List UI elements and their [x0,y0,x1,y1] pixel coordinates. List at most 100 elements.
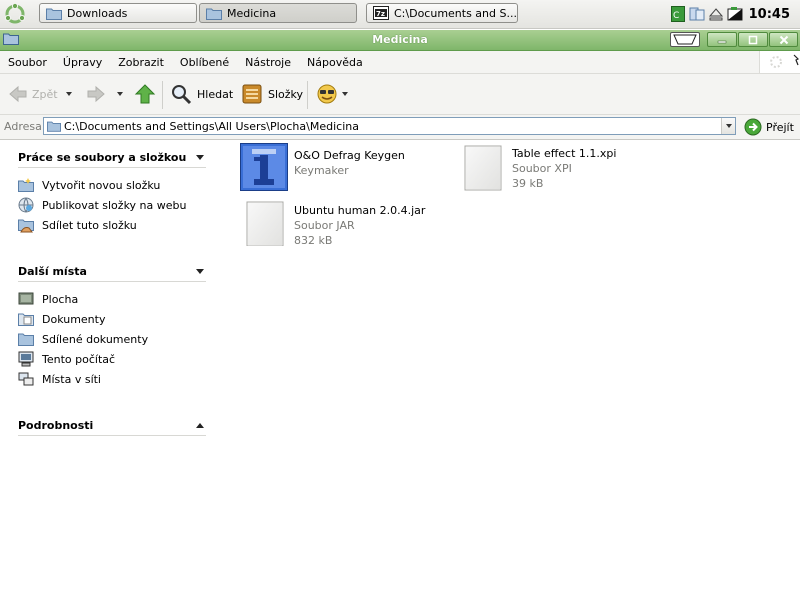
back-history-dropdown[interactable] [66,80,72,108]
chevron-down-icon [342,92,348,96]
file-type: Keymaker [294,164,349,177]
shared-documents-icon [18,333,34,346]
task-share-folder[interactable]: Sdílet tuto složku [18,215,206,235]
documents-icon [18,313,34,326]
task-medicina[interactable]: Medicina [199,3,357,23]
menu-bar: Soubor Úpravy Zobrazit Oblíbené Nástroje… [0,51,800,74]
toolbar-separator [307,81,308,109]
search-icon [172,85,192,105]
network-icon [18,372,34,386]
minimize-button[interactable] [707,32,737,47]
file-item[interactable]: Ubuntu human 2.0.4.jar Soubor JAR 832 kB [246,198,425,247]
eject-icon[interactable] [708,7,723,21]
blank-file-icon [246,201,284,246]
go-arrow-icon [744,118,762,136]
file-tasks-title: Práce se soubory a složkou [18,150,187,164]
taskbar: Downloads Medicina 7z C:\Documents and S… [0,0,800,29]
folders-icon [242,84,262,104]
address-dropdown-button[interactable] [721,118,735,134]
toolbar: Zpět Hledat Složky [0,74,800,115]
svg-text:C: C [673,11,679,21]
menu-zobrazit[interactable]: Zobrazit [110,56,172,69]
search-button[interactable]: Hledat [170,80,233,108]
task-7zip[interactable]: 7z C:\Documents and S... [366,3,518,23]
task-label: Medicina [227,6,277,20]
minimize-icon [717,40,727,43]
other-places-title: Další místa [18,264,87,278]
up-arrow-icon [134,84,156,104]
other-places-group: Další místa Plocha Dokumenty Sdílené dok… [18,261,206,389]
user-switch-icon[interactable] [689,6,705,22]
network-status-icon[interactable]: C [670,6,685,22]
menu-oblibene[interactable]: Oblíbené [172,56,237,69]
clock[interactable]: 10:45 [749,7,790,22]
search-label: Hledat [197,87,234,101]
file-tasks-header[interactable]: Práce se soubory a složkou [18,147,206,168]
computer-icon [18,351,34,367]
collapse-chevron-icon[interactable] [196,154,204,160]
folder-icon [46,8,62,20]
collapse-chevron-icon[interactable] [196,268,204,274]
window-shade-button[interactable] [670,32,700,47]
place-label: Tento počítač [42,352,116,366]
menu-soubor[interactable]: Soubor [0,56,55,69]
file-size: 39 kB [512,177,544,190]
window-titlebar[interactable]: Medicina [0,30,800,51]
system-tray: C 10:45 [667,0,800,28]
folders-button[interactable]: Složky [241,80,303,108]
folder-icon [47,121,61,132]
new-folder-icon [18,178,34,192]
menu-nastroje[interactable]: Nástroje [237,56,299,69]
close-button[interactable] [769,32,798,47]
folders-label: Složky [268,87,304,101]
back-label: Zpět [32,87,58,101]
forward-button[interactable] [86,80,106,108]
up-button[interactable] [134,80,156,108]
file-item[interactable]: O&O Defrag Keygen Keymaker [240,143,405,191]
forward-history-dropdown[interactable] [117,80,123,108]
other-places-header[interactable]: Další místa [18,261,206,282]
task-label: Publikovat složky na webu [42,198,187,212]
task-downloads[interactable]: Downloads [39,3,197,23]
menu-upravy[interactable]: Úpravy [55,56,110,69]
file-name: Table effect 1.1.xpi [512,147,617,160]
file-type: Soubor XPI [512,162,572,175]
task-publish-web[interactable]: Publikovat složky na webu [18,195,206,215]
details-header[interactable]: Podrobnosti [18,415,206,436]
address-bar: Adresa C:\Documents and Settings\All Use… [0,115,800,140]
back-button[interactable]: Zpět [8,80,58,108]
activity-throbber [759,51,800,73]
file-size: 832 kB [294,234,333,247]
place-documents[interactable]: Dokumenty [18,309,206,329]
menu-napoveda[interactable]: Nápověda [299,56,371,69]
keygen-icon [240,143,288,191]
toolbar-separator [162,81,163,109]
go-label: Přejít [766,120,794,134]
task-new-folder[interactable]: Vytvořit novou složku [18,175,206,195]
maximize-button[interactable] [738,32,768,47]
chevron-down-icon [725,124,732,128]
expand-chevron-icon[interactable] [196,422,204,428]
close-icon [779,35,788,44]
address-label: Adresa [4,120,42,133]
file-name: Ubuntu human 2.0.4.jar [294,204,426,217]
throbber-icon [770,54,800,68]
battery-icon[interactable] [727,6,743,22]
ubuntu-logo-icon[interactable] [4,3,26,25]
details-title: Podrobnosti [18,418,94,432]
folder-icon [206,8,222,20]
file-item[interactable]: Table effect 1.1.xpi Soubor XPI 39 kB [464,143,616,191]
place-desktop[interactable]: Plocha [18,289,206,309]
go-button[interactable]: Přejít [744,118,794,136]
address-path: C:\Documents and Settings\All Users\Ploc… [64,120,359,133]
views-button[interactable] [316,80,348,108]
place-my-computer[interactable]: Tento počítač [18,349,206,369]
maximize-icon [748,35,758,44]
chevron-down-icon [117,92,123,96]
smiley-glasses-icon [317,84,337,104]
forward-arrow-icon [87,85,105,103]
address-input[interactable]: C:\Documents and Settings\All Users\Ploc… [43,117,736,135]
place-shared-documents[interactable]: Sdílené dokumenty [18,329,206,349]
place-network[interactable]: Místa v síti [18,369,206,389]
blank-file-icon [464,145,502,191]
